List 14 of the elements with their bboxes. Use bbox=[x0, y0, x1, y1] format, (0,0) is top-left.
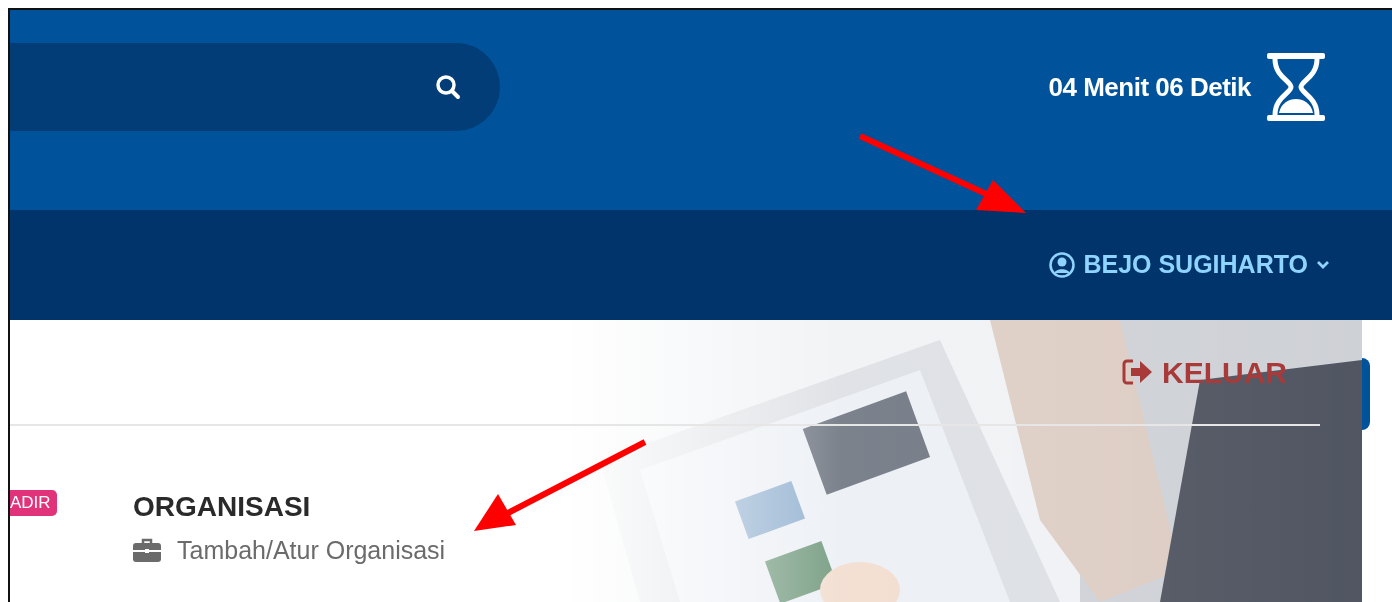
search-field[interactable] bbox=[10, 43, 500, 131]
hourglass-icon bbox=[1267, 53, 1325, 121]
countdown-timer: 04 Menit 06 Detik bbox=[1048, 70, 1251, 104]
search-button[interactable] bbox=[434, 73, 462, 101]
user-menu[interactable]: BEJO SUGIHARTO bbox=[1049, 246, 1330, 284]
section-title: ORGANISASI bbox=[133, 490, 312, 524]
search-icon bbox=[434, 73, 462, 101]
status-badge: ADIR bbox=[10, 490, 57, 516]
user-icon bbox=[1049, 252, 1076, 278]
side-tab[interactable] bbox=[1362, 358, 1370, 430]
briefcase-icon bbox=[133, 538, 161, 563]
chevron-down-icon bbox=[1316, 260, 1330, 270]
menu-link[interactable]: Tambah/Atur Organisasi bbox=[133, 531, 446, 570]
logout-icon bbox=[1122, 358, 1154, 386]
